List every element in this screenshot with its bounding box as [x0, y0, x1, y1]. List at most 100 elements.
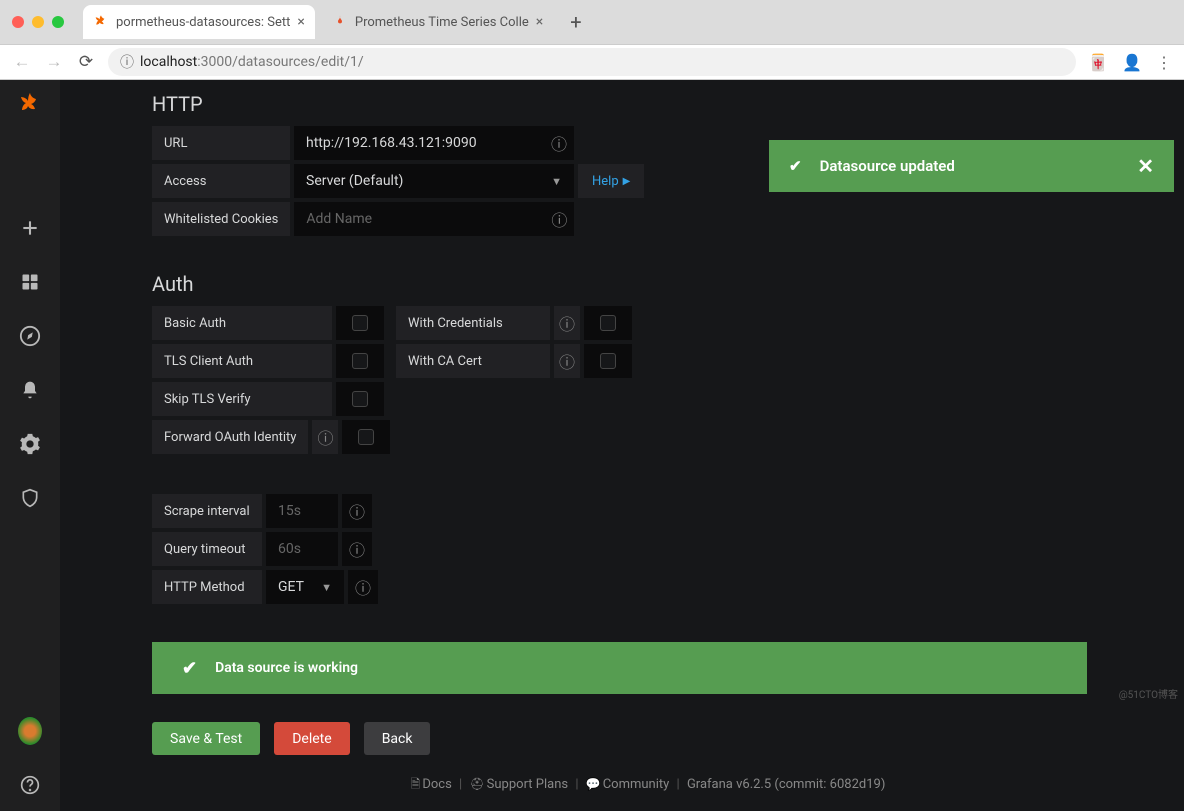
dashboards-icon[interactable]: [18, 270, 42, 294]
with-ca-cert-checkbox[interactable]: [600, 353, 616, 369]
cookies-input[interactable]: [294, 202, 544, 236]
grafana-logo[interactable]: [18, 92, 42, 116]
query-timeout-input[interactable]: [266, 532, 338, 566]
scrape-interval-label: Scrape interval: [152, 494, 262, 528]
user-avatar[interactable]: [18, 719, 42, 743]
datasource-working-alert: ✔ Data source is working: [152, 642, 1087, 694]
skip-tls-verify-label: Skip TLS Verify: [152, 382, 332, 416]
reload-button[interactable]: ⟳: [76, 52, 96, 72]
back-button[interactable]: ←: [12, 52, 32, 72]
info-icon[interactable]: ⓘ: [544, 202, 574, 236]
tls-client-auth-label: TLS Client Auth: [152, 344, 332, 378]
community-link[interactable]: Community: [603, 777, 670, 792]
cookies-row: Whitelisted Cookies ⓘ: [152, 202, 1144, 236]
docs-icon: 🗎: [411, 777, 421, 791]
address-bar[interactable]: ⓘ localhost:3000/datasources/edit/1/: [108, 48, 1076, 76]
toast-text: Datasource updated: [820, 157, 955, 175]
cookies-label: Whitelisted Cookies: [152, 202, 290, 236]
http-method-row: HTTP Method GET ▼ ⓘ: [152, 570, 1144, 604]
access-label: Access: [152, 164, 290, 198]
browser-tab-strip: pormetheus-datasources: Sett × Prometheu…: [0, 0, 1184, 45]
account-icon[interactable]: 👤: [1122, 53, 1142, 72]
browser-tab-active[interactable]: pormetheus-datasources: Sett ×: [83, 5, 315, 39]
with-credentials-checkbox[interactable]: [600, 315, 616, 331]
create-icon[interactable]: [18, 216, 42, 240]
window-close-button[interactable]: [12, 16, 24, 28]
browser-menu-icon[interactable]: ⋮: [1156, 53, 1172, 72]
help-label: Help: [592, 174, 619, 189]
translate-icon[interactable]: 🀄: [1088, 53, 1108, 72]
info-icon[interactable]: ⓘ: [348, 570, 378, 604]
sidebar: [0, 80, 60, 811]
check-icon: ✔: [182, 658, 197, 679]
skip-tls-verify-checkbox[interactable]: [352, 391, 368, 407]
window-maximize-button[interactable]: [52, 16, 64, 28]
new-tab-button[interactable]: +: [560, 10, 591, 34]
auth-row: Forward OAuth Identity ⓘ: [152, 420, 1144, 454]
forward-oauth-checkbox[interactable]: [358, 429, 374, 445]
chevron-right-icon: ▶: [623, 176, 631, 187]
alert-text: Data source is working: [215, 660, 358, 676]
auth-row: TLS Client Auth With CA Cert ⓘ: [152, 344, 1144, 378]
button-row: Save & Test Delete Back: [152, 722, 1144, 755]
delete-button[interactable]: Delete: [274, 722, 349, 755]
auth-row: Skip TLS Verify: [152, 382, 1144, 416]
http-method-label: HTTP Method: [152, 570, 262, 604]
http-section-heading: HTTP: [152, 92, 1144, 116]
community-icon: 💬: [586, 777, 601, 791]
footer: 🗎Docs | ⛑Support Plans | 💬Community | Gr…: [152, 775, 1144, 796]
basic-auth-label: Basic Auth: [152, 306, 332, 340]
forward-oauth-label: Forward OAuth Identity: [152, 420, 308, 454]
support-icon: ⛑: [469, 777, 484, 791]
auth-row: Basic Auth With Credentials ⓘ: [152, 306, 1144, 340]
main-content: HTTP URL ⓘ Access Server (Default) ▼ Hel…: [60, 80, 1184, 811]
docs-link[interactable]: Docs: [422, 777, 451, 792]
admin-icon[interactable]: [18, 486, 42, 510]
forward-button[interactable]: →: [44, 52, 64, 72]
traffic-lights: [12, 16, 64, 28]
auth-section-heading: Auth: [152, 272, 1144, 296]
prometheus-favicon: [332, 14, 348, 30]
help-icon[interactable]: [18, 773, 42, 797]
info-icon[interactable]: ⓘ: [554, 344, 580, 378]
access-value: Server (Default): [306, 173, 403, 189]
help-button[interactable]: Help ▶: [578, 164, 644, 198]
basic-auth-checkbox[interactable]: [352, 315, 368, 331]
with-ca-cert-label: With CA Cert: [396, 344, 550, 378]
window-minimize-button[interactable]: [32, 16, 44, 28]
back-button[interactable]: Back: [364, 722, 431, 755]
url-input[interactable]: [294, 126, 544, 160]
scrape-interval-input[interactable]: [266, 494, 338, 528]
check-icon: ✔: [789, 157, 802, 175]
info-icon[interactable]: ⓘ: [544, 126, 574, 160]
configuration-icon[interactable]: [18, 432, 42, 456]
browser-tab[interactable]: Prometheus Time Series Colle ×: [322, 5, 553, 39]
tls-client-auth-checkbox[interactable]: [352, 353, 368, 369]
tab-title: pormetheus-datasources: Sett: [116, 15, 290, 30]
access-select[interactable]: Server (Default) ▼: [294, 164, 574, 198]
scrape-interval-row: Scrape interval ⓘ: [152, 494, 1144, 528]
save-and-test-button[interactable]: Save & Test: [152, 722, 260, 755]
explore-icon[interactable]: [18, 324, 42, 348]
grafana-app: HTTP URL ⓘ Access Server (Default) ▼ Hel…: [0, 80, 1184, 811]
http-method-select[interactable]: GET ▼: [266, 570, 344, 604]
close-icon[interactable]: ✕: [1137, 154, 1154, 178]
grafana-favicon: [93, 14, 109, 30]
watermark: @51CTO博客: [1119, 686, 1178, 701]
browser-right-icons: 🀄 👤 ⋮: [1088, 53, 1172, 72]
http-method-value: GET: [278, 579, 304, 595]
site-info-icon[interactable]: ⓘ: [120, 52, 134, 72]
tab-close-icon[interactable]: ×: [536, 14, 543, 30]
query-timeout-label: Query timeout: [152, 532, 262, 566]
info-icon[interactable]: ⓘ: [312, 420, 338, 454]
info-icon[interactable]: ⓘ: [342, 494, 372, 528]
info-icon[interactable]: ⓘ: [342, 532, 372, 566]
alerting-icon[interactable]: [18, 378, 42, 402]
tab-close-icon[interactable]: ×: [297, 14, 304, 30]
version-text: Grafana v6.2.5 (commit: 6082d19): [687, 777, 885, 792]
query-timeout-row: Query timeout ⓘ: [152, 532, 1144, 566]
url-label: URL: [152, 126, 290, 160]
info-icon[interactable]: ⓘ: [554, 306, 580, 340]
with-credentials-label: With Credentials: [396, 306, 550, 340]
support-link[interactable]: Support Plans: [487, 777, 568, 792]
